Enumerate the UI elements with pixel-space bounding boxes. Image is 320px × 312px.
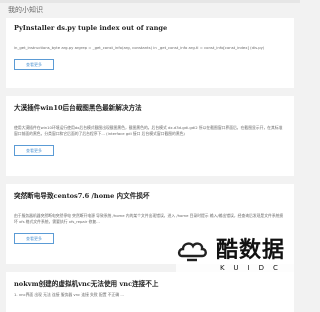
article-excerpt: 使用大漠插件在win10环境运行使用dx后台模式截图出现截图黑色，截图黑色的。后… (14, 125, 283, 136)
read-more-button[interactable]: 查看更多 (14, 59, 54, 70)
section-title: 我的小知识 (8, 6, 43, 14)
article-excerpt: in_get_instructions_byte arg.py argrep =… (14, 45, 265, 50)
article-meta (14, 35, 286, 39)
article-excerpt: 1. vnc界面 出现 无法 连接 服务器 vnc 连接 失败 配置 不正确 .… (14, 292, 124, 297)
article-excerpt: 由于服务器机器突然断电突然停电 突然断开电源 导致系统 /home 内的某个文件… (14, 213, 284, 224)
article-card: PyInstaller ds.py tuple index out of ran… (6, 18, 294, 88)
watermark-logo: 酷数据 KUIDC (176, 228, 294, 284)
cloud-logo-icon (177, 242, 207, 262)
watermark-text: 酷数据 (216, 238, 286, 263)
article-card: 大漠插件win10后台截图黑色最新解决方法 使用大漠插件在win10环境运行使用… (6, 96, 294, 176)
article-meta (14, 203, 286, 207)
article-meta (14, 115, 286, 119)
article-title[interactable]: 突然断电导致centos7.6 /home 内文件损坏 (14, 190, 286, 200)
top-strip (0, 0, 300, 3)
read-more-button[interactable]: 查看更多 (14, 145, 54, 156)
watermark-subtext: KUIDC (220, 264, 287, 272)
article-title[interactable]: 大漠插件win10后台截图黑色最新解决方法 (14, 102, 286, 112)
article-title[interactable]: PyInstaller ds.py tuple index out of ran… (14, 24, 286, 32)
read-more-button[interactable]: 查看更多 (14, 233, 54, 244)
